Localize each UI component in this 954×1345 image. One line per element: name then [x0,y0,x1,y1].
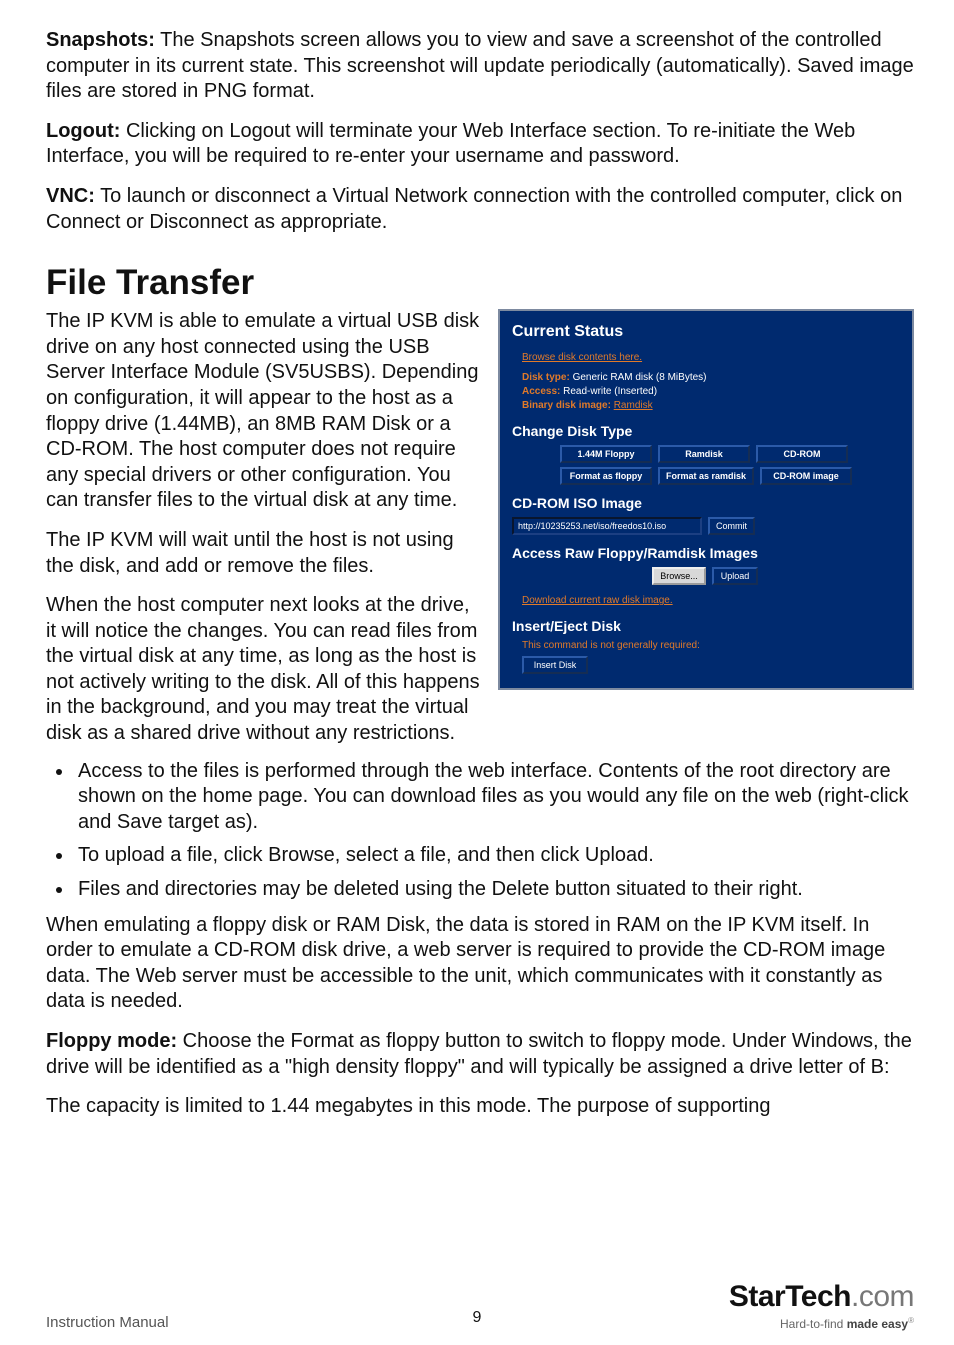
status-disk-type: Disk type: Generic RAM disk (8 MiBytes) [522,371,900,385]
footer: Instruction Manual 9 StarTech.com Hard-t… [0,1280,954,1331]
btn-commit[interactable]: Commit [708,517,755,535]
floppy-mode-label: Floppy mode: [46,1030,177,1052]
status-block: Disk type: Generic RAM disk (8 MiBytes) … [522,371,900,413]
disk-type-row-1: 1.44M Floppy Ramdisk CD-ROM [560,445,900,463]
para-logout-label: Logout: [46,120,120,142]
btn-cdrom-image[interactable]: CD-ROM image [760,467,852,485]
iso-url-input[interactable]: http://10235253.net/iso/freedos10.iso [512,517,702,535]
registered-icon: ® [908,1316,914,1325]
status-access-key: Access: [522,386,560,397]
ss-heading-current-status: Current Status [512,323,900,341]
bullet-list: Access to the files is performed through… [46,759,914,903]
after-para-1: When emulating a floppy disk or RAM Disk… [46,913,914,1015]
para-logout-text: Clicking on Logout will terminate your W… [46,120,855,168]
after-para-3: The capacity is limited to 1.44 megabyte… [46,1094,914,1120]
status-disk-type-val: Generic RAM disk (8 MiBytes) [570,372,707,383]
ft-para-2: The IP KVM will wait until the host is n… [46,528,480,579]
iso-row: http://10235253.net/iso/freedos10.iso Co… [512,517,900,535]
btn-ramdisk[interactable]: Ramdisk [658,445,750,463]
btn-upload[interactable]: Upload [712,567,758,585]
browse-disk-link[interactable]: Browse disk contents here. [522,352,642,363]
para-vnc: VNC: To launch or disconnect a Virtual N… [46,184,914,235]
btn-format-ramdisk[interactable]: Format as ramdisk [658,467,754,485]
status-disk-type-key: Disk type: [522,372,570,383]
btn-insert-disk[interactable]: Insert Disk [522,656,588,674]
two-column-layout: The IP KVM is able to emulate a virtual … [46,309,914,751]
page: Snapshots: The Snapshots screen allows y… [0,0,954,1345]
status-access-val: Read-write (Inserted) [560,386,657,397]
ft-para-3: When the host computer next looks at the… [46,593,480,747]
para-snapshots-text: The Snapshots screen allows you to view … [46,29,914,102]
brand-com: .com [851,1280,914,1313]
brand-bold: StarTech [729,1280,851,1313]
brand-name: StarTech.com [729,1280,914,1314]
ss-heading-access-raw: Access Raw Floppy/Ramdisk Images [512,545,900,561]
status-binary-key: Binary disk image: [522,400,611,411]
footer-page-number: 9 [473,1309,482,1327]
ramdisk-link[interactable]: Ramdisk [614,399,653,413]
right-column: Current Status Browse disk contents here… [498,309,914,690]
embedded-screenshot: Current Status Browse disk contents here… [498,309,914,690]
bullet-3: Files and directories may be deleted usi… [74,877,914,903]
upload-row: Browse... Upload [652,567,900,585]
para-vnc-label: VNC: [46,185,95,207]
para-snapshots-label: Snapshots: [46,29,155,51]
btn-browse[interactable]: Browse... [652,567,706,585]
tag-part1: Hard-to-find [780,1317,847,1331]
bullet-1: Access to the files is performed through… [74,759,914,836]
para-snapshots: Snapshots: The Snapshots screen allows y… [46,28,914,105]
brand-tagline: Hard-to-find made easy® [729,1316,914,1331]
insert-note: This command is not generally required: [522,640,900,651]
btn-format-floppy[interactable]: Format as floppy [560,467,652,485]
ss-heading-change-disk: Change Disk Type [512,423,900,439]
ss-heading-insert-eject: Insert/Eject Disk [512,618,900,634]
status-access: Access: Read-write (Inserted) [522,385,900,399]
ss-heading-cdrom-iso: CD-ROM ISO Image [512,495,900,511]
section-title: File Transfer [46,263,914,303]
download-raw-link[interactable]: Download current raw disk image. [522,595,673,606]
btn-cdrom[interactable]: CD-ROM [756,445,848,463]
footer-instruction-manual: Instruction Manual [46,1314,169,1331]
para-logout: Logout: Clicking on Logout will terminat… [46,119,914,170]
ft-para-1: The IP KVM is able to emulate a virtual … [46,309,480,514]
bullet-2: To upload a file, click Browse, select a… [74,843,914,869]
disk-type-row-2: Format as floppy Format as ramdisk CD-RO… [560,467,900,485]
tag-part2: made easy [847,1317,908,1331]
btn-144-floppy[interactable]: 1.44M Floppy [560,445,652,463]
para-vnc-text: To launch or disconnect a Virtual Networ… [46,185,902,233]
status-binary: Binary disk image: Ramdisk [522,399,900,413]
left-column: The IP KVM is able to emulate a virtual … [46,309,480,751]
after-para-2: Floppy mode: Choose the Format as floppy… [46,1029,914,1080]
brand-block: StarTech.com Hard-to-find made easy® [729,1280,914,1331]
